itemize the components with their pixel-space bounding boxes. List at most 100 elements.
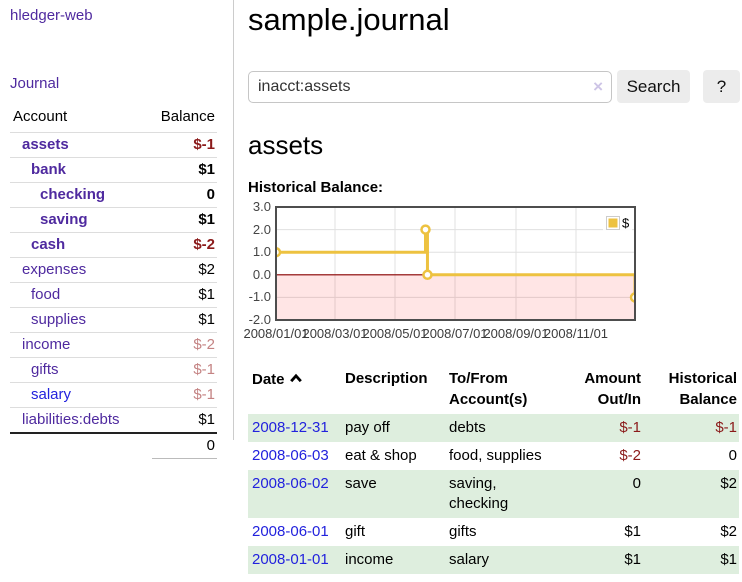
transaction-balance: $2 [643,518,739,546]
account-balance: $1 [152,208,217,233]
search-button[interactable]: Search [617,70,690,103]
transaction-date-link[interactable]: 2008-06-01 [252,523,329,540]
account-link[interactable]: supplies [31,311,86,328]
transaction-amount: $1 [560,546,643,574]
account-link[interactable]: food [31,286,60,303]
x-axis-tick-label: 2008/07/01 [422,326,487,341]
transaction-balance: $-1 [643,414,739,442]
transaction-row: 2008-01-01incomesalary$1$1 [248,546,739,574]
account-link[interactable]: checking [40,186,105,203]
register-header-accounts: To/From Account(s) [449,365,560,414]
help-button[interactable]: ? [703,70,740,103]
x-axis-tick-label: 2008/01/01 [243,326,308,341]
account-link[interactable]: assets [22,136,69,153]
transaction-row: 2008-06-02savesaving, checking0$2 [248,470,739,518]
app-brand-link[interactable]: hledger-web [10,7,233,24]
transaction-amount: $-2 [560,442,643,470]
x-axis-tick-label: 2008/03/01 [302,326,367,341]
account-row: gifts $-1 [10,358,217,383]
sidebar: hledger-web Journal Account Balance asse… [0,0,234,440]
account-balance: $1 [152,308,217,333]
account-link[interactable]: expenses [22,261,86,278]
chart-title: Historical Balance: [248,178,740,197]
y-axis-tick-label: -2.0 [248,312,271,327]
register-header-balance: Historical Balance [643,365,739,414]
register-table-body: 2008-12-31pay offdebts$-1$-12008-06-03ea… [248,414,739,574]
y-axis-tick-label: 0.0 [248,267,271,282]
account-balance: $-2 [152,233,217,258]
accounts-total-row: 0 [10,433,217,459]
transaction-date-link[interactable]: 2008-12-31 [252,419,329,436]
search-input[interactable] [248,71,612,103]
clear-search-icon[interactable]: × [593,77,603,96]
transaction-balance: 0 [643,442,739,470]
account-balance: $-1 [152,383,217,408]
transaction-description: income [345,546,449,574]
account-link[interactable]: gifts [31,361,59,378]
x-axis-tick-label: 2008/05/01 [362,326,427,341]
register-header-date[interactable]: Date [248,365,345,414]
balance-column-header: Balance [152,106,217,133]
register-header-description: Description [345,365,449,414]
account-row: saving $1 [10,208,217,233]
account-row: assets $-1 [10,133,217,158]
account-link[interactable]: saving [40,211,88,228]
account-balance: $-1 [152,358,217,383]
transaction-date-link[interactable]: 2008-06-03 [252,447,329,464]
account-row: food$1 [10,283,217,308]
account-row: bank $1 [10,158,217,183]
account-heading: assets [248,131,740,160]
register-table: Date Description To/From Account(s) Amou… [248,365,739,574]
y-axis-tick-label: -1.0 [248,289,271,304]
main-content: sample.journal × Search ? assets Histori… [248,0,740,574]
account-row: expenses $2 [10,258,217,283]
account-row: supplies $1 [10,308,217,333]
transaction-amount: 0 [560,470,643,518]
account-balance: $2 [152,258,217,283]
historical-balance-chart: $ 3.02.01.00.0-1.0-2.02008/01/012008/03/… [248,203,740,343]
account-row: cash $-2 [10,233,217,258]
accounts-table: Account Balance assets $-1 bank $1 checking 0… [10,106,217,459]
transaction-row: 2008-12-31pay offdebts$-1$-1 [248,414,739,442]
accounts-table-body: assets$-1bank$1checking0saving$1cash$-2e… [10,133,217,459]
chart-legend: $ [603,214,632,234]
transaction-accounts: food, supplies [449,442,560,470]
transaction-accounts: gifts [449,518,560,546]
x-axis-tick-label: 2008/09/01 [483,326,548,341]
account-row: checking 0 [10,183,217,208]
account-link[interactable]: liabilities:debts [22,411,120,428]
account-link[interactable]: cash [31,236,65,253]
y-axis-tick-label: 1.0 [248,244,271,259]
transaction-balance: $1 [643,546,739,574]
y-axis-tick-label: 3.0 [248,199,271,214]
account-balance: $1 [152,158,217,183]
account-row: income$-2 [10,333,217,358]
transaction-accounts: salary [449,546,560,574]
transaction-row: 2008-06-03eat & shopfood, supplies$-20 [248,442,739,470]
account-link[interactable]: income [22,336,70,353]
account-balance: $1 [152,408,217,434]
chart-plot-area: $ [275,206,636,325]
account-link[interactable]: salary [31,386,71,403]
transaction-date-link[interactable]: 2008-01-01 [252,551,329,568]
accounts-column-header: Account [10,106,152,133]
transaction-amount: $1 [560,518,643,546]
sidebar-item-journal[interactable]: Journal [10,75,233,92]
x-axis-tick-label: 2008/11/01 [544,326,608,341]
search-form: × Search ? [248,70,740,103]
page-title: sample.journal [248,2,740,38]
account-balance: $-1 [152,133,217,158]
account-balance: 0 [152,183,217,208]
transaction-date-link[interactable]: 2008-06-02 [252,475,329,492]
transaction-amount: $-1 [560,414,643,442]
y-axis-tick-label: 2.0 [248,222,271,237]
transaction-accounts: saving, checking [449,470,560,518]
account-row: salary $-1 [10,383,217,408]
transaction-accounts: debts [449,414,560,442]
account-link[interactable]: bank [31,161,66,178]
transaction-description: save [345,470,449,518]
account-row: liabilities:debts $1 [10,408,217,434]
transaction-description: gift [345,518,449,546]
accounts-total-value: 0 [152,433,217,459]
transaction-description: pay off [345,414,449,442]
